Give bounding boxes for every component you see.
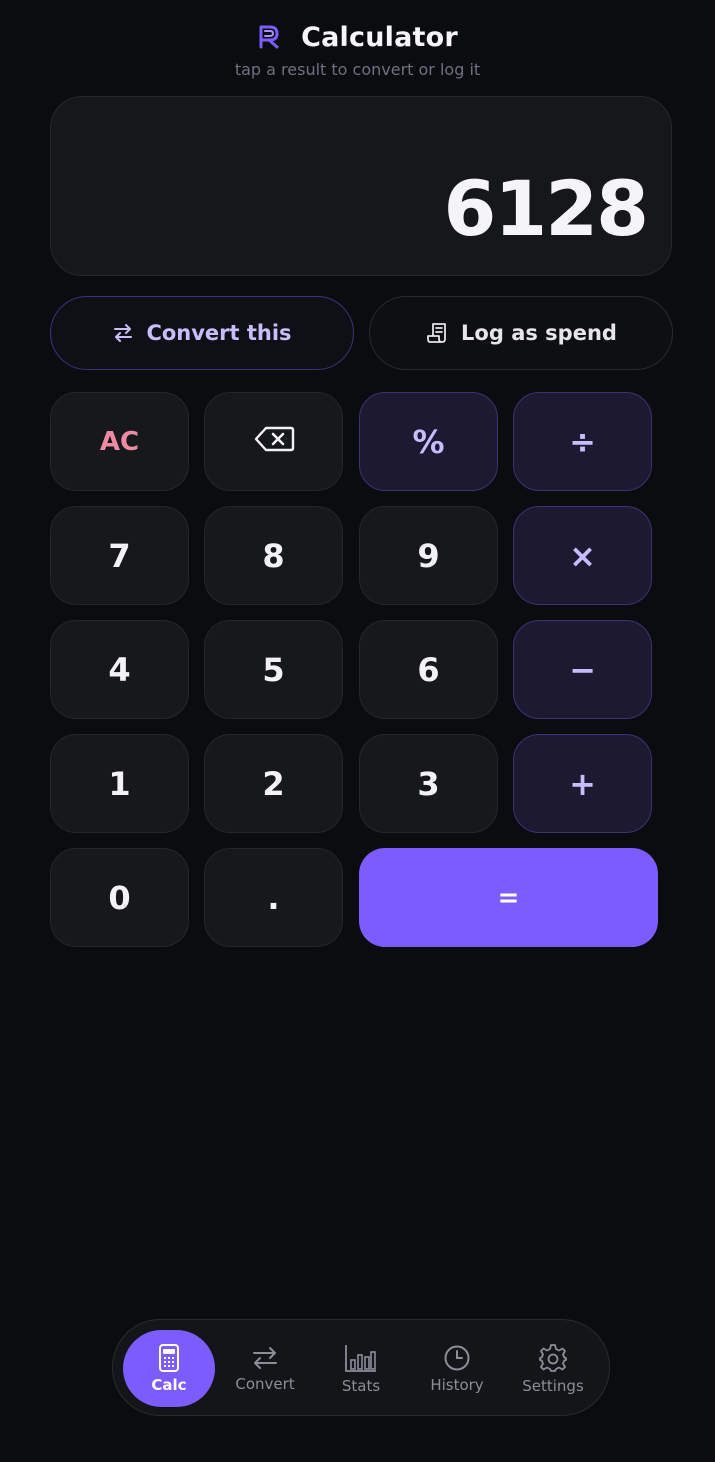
calculator-app: Calculator tap a result to convert or lo…	[0, 0, 715, 1462]
clock-icon	[443, 1344, 471, 1372]
backspace-button[interactable]	[204, 392, 343, 491]
tab-settings[interactable]: Settings	[507, 1330, 599, 1407]
bar-chart-icon	[344, 1343, 378, 1373]
digit-6-button[interactable]: 6	[359, 620, 498, 719]
digit-2-button[interactable]: 2	[204, 734, 343, 833]
digit-7-button[interactable]: 7	[50, 506, 189, 605]
plus-button[interactable]: +	[513, 734, 652, 833]
percent-button[interactable]: %	[359, 392, 498, 491]
digit-4-button[interactable]: 4	[50, 620, 189, 719]
tab-settings-label: Settings	[522, 1376, 584, 1395]
equals-button[interactable]: =	[359, 848, 658, 947]
digit-3-button[interactable]: 3	[359, 734, 498, 833]
convert-this-label: Convert this	[146, 321, 292, 345]
display-value[interactable]: 6128	[443, 171, 649, 247]
result-display[interactable]: 6128	[50, 96, 672, 276]
tab-calc-label: Calc	[151, 1375, 187, 1394]
swap-arrows-icon	[251, 1345, 279, 1371]
receipt-icon	[425, 321, 449, 345]
calculator-icon	[158, 1343, 180, 1372]
swap-arrows-icon	[112, 323, 134, 343]
tab-calc[interactable]: Calc	[123, 1330, 215, 1407]
bottom-tab-bar: Calc Convert Stats History Settings	[112, 1319, 610, 1416]
tab-convert-label: Convert	[235, 1374, 295, 1393]
tab-stats[interactable]: Stats	[315, 1330, 407, 1407]
convert-this-button[interactable]: Convert this	[50, 296, 354, 370]
title-row: Calculator	[0, 18, 715, 56]
digit-8-button[interactable]: 8	[204, 506, 343, 605]
tab-history-label: History	[430, 1375, 484, 1394]
log-as-spend-button[interactable]: Log as spend	[369, 296, 673, 370]
tab-history[interactable]: History	[411, 1330, 503, 1407]
log-as-spend-label: Log as spend	[461, 321, 617, 345]
digit-0-button[interactable]: 0	[50, 848, 189, 947]
minus-button[interactable]: −	[513, 620, 652, 719]
r-logo-icon	[257, 24, 281, 50]
clear-button[interactable]: AC	[50, 392, 189, 491]
digit-1-button[interactable]: 1	[50, 734, 189, 833]
backspace-icon	[253, 423, 295, 461]
tab-convert[interactable]: Convert	[219, 1330, 311, 1407]
multiply-button[interactable]: ×	[513, 506, 652, 605]
gear-icon	[538, 1343, 568, 1373]
page-subtitle: tap a result to convert or log it	[234, 60, 481, 79]
decimal-button[interactable]: .	[204, 848, 343, 947]
tab-stats-label: Stats	[341, 1376, 381, 1395]
header: Calculator tap a result to convert or lo…	[0, 18, 715, 80]
divide-button[interactable]: ÷	[513, 392, 652, 491]
digit-9-button[interactable]: 9	[359, 506, 498, 605]
page-title: Calculator	[301, 21, 458, 53]
digit-5-button[interactable]: 5	[204, 620, 343, 719]
